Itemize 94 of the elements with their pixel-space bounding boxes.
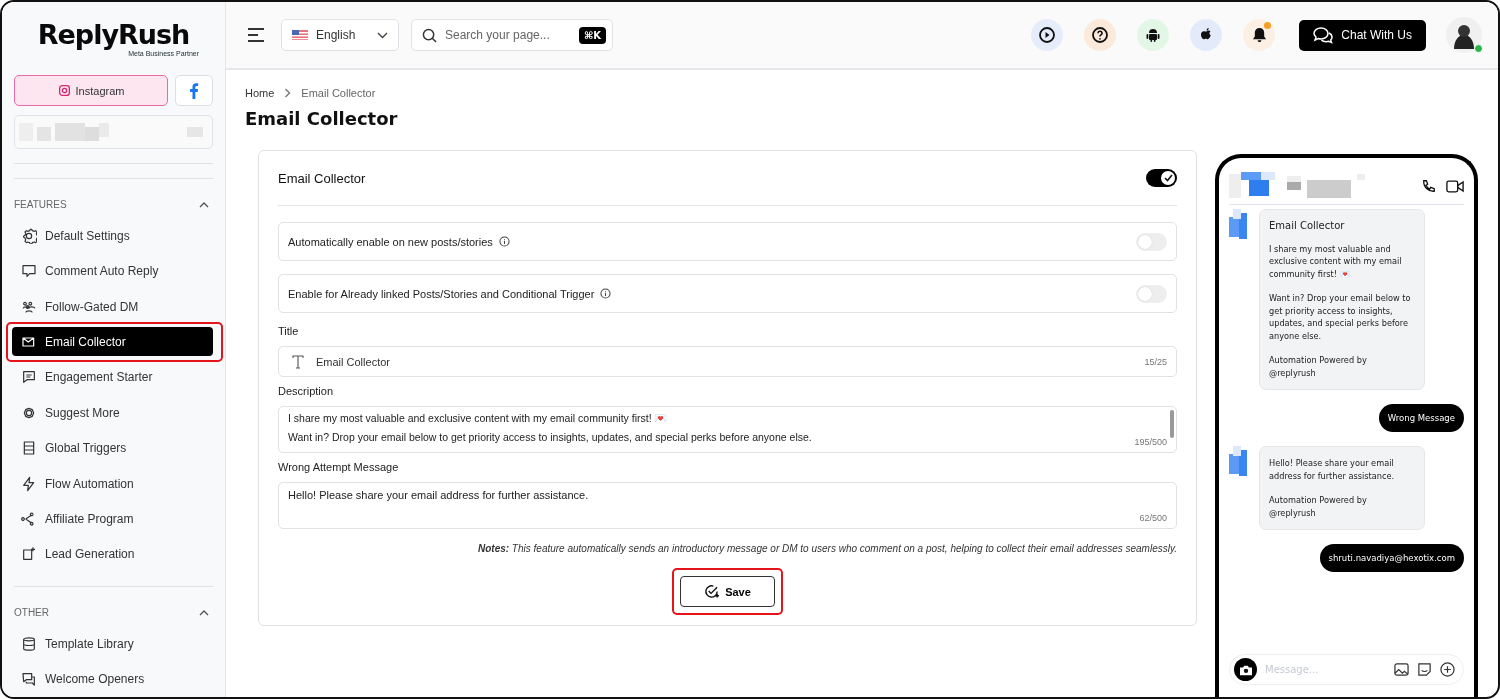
share-icon bbox=[21, 510, 37, 527]
language-dropdown[interactable]: English bbox=[281, 19, 399, 51]
facebook-icon bbox=[189, 82, 199, 99]
character-count: 15/25 bbox=[1144, 356, 1167, 367]
notes-text: Notes: This feature automatically sends an introductory message or DM to users who comment on a post, helping to collect their email addresses seamlessly. bbox=[476, 543, 1177, 554]
list-icon bbox=[21, 440, 37, 457]
description-text: I share my most valuable and exclusive content with my email community first! 💌 bbox=[288, 412, 669, 425]
sidebar-item[interactable]: Welcome Openers bbox=[12, 664, 213, 694]
video-call-icon[interactable] bbox=[1446, 179, 1464, 193]
search-placeholder: Search your page... bbox=[445, 28, 551, 42]
check-icon bbox=[1163, 174, 1173, 182]
camera-button[interactable] bbox=[1234, 658, 1257, 681]
facebook-tab[interactable] bbox=[175, 75, 213, 106]
bubble-text: I share my most valuable and exclusive content with my email community first! 💌 bbox=[1269, 242, 1403, 280]
help-icon bbox=[1092, 27, 1109, 43]
bubble-text: Want in? Drop your email below to get priority access to insights, updates, and special perks before anyone else. bbox=[1269, 292, 1412, 342]
phone-call-icon[interactable] bbox=[1422, 179, 1436, 193]
save-button[interactable]: Save bbox=[680, 576, 775, 607]
scrollbar[interactable] bbox=[1170, 410, 1174, 438]
title-field[interactable]: Email Collector 15/25 bbox=[278, 346, 1177, 377]
description-field[interactable] bbox=[278, 406, 1177, 453]
sidebar-item[interactable]: Engagement Starter bbox=[12, 362, 213, 392]
sticker-icon[interactable] bbox=[1417, 662, 1432, 677]
sidebar-item[interactable]: Comment Auto Reply bbox=[12, 256, 213, 286]
chat-icon bbox=[1313, 26, 1334, 44]
avatar-icon[interactable] bbox=[1446, 17, 1482, 53]
caret-icon bbox=[377, 31, 388, 39]
play-icon bbox=[1039, 27, 1056, 43]
mail-icon bbox=[21, 334, 37, 350]
breadcrumb-current: Email Collector bbox=[301, 87, 376, 99]
sidebar-item[interactable]: Lead Generation bbox=[12, 539, 213, 569]
sidebar-item[interactable]: Suggest More bbox=[12, 398, 213, 428]
field-value: Email Collector bbox=[316, 355, 391, 368]
bubble-title: Email Collector bbox=[1269, 220, 1346, 233]
help-button[interactable] bbox=[1084, 19, 1117, 51]
description-text: Want in? Drop your email below to get priority access to insights, updates, and special perks before anyone else. bbox=[288, 431, 813, 443]
wrong-attempt-field[interactable]: Hello! Please share your email address for further assistance. 62/500 bbox=[278, 482, 1177, 529]
sidebar-item[interactable]: Flow Automation bbox=[12, 469, 213, 499]
character-count: 195/500 bbox=[1134, 437, 1167, 447]
shortcut-badge: ⌘K bbox=[578, 26, 606, 44]
breadcrumb-link[interactable]: Home bbox=[245, 87, 275, 99]
logo: ReplyRush bbox=[37, 20, 190, 50]
page-title: Email Collector bbox=[245, 108, 399, 129]
bubble-text: Automation Powered by @replyrush bbox=[1269, 354, 1368, 379]
field-label: Wrong Attempt Message bbox=[278, 461, 400, 473]
toggle-switch[interactable] bbox=[1136, 284, 1167, 303]
sidebar-item[interactable]: Default Settings bbox=[12, 221, 213, 251]
section-heading: OTHER bbox=[14, 607, 49, 619]
camera-icon bbox=[1238, 663, 1253, 676]
toggle-switch[interactable] bbox=[1146, 169, 1177, 187]
chat-bubble: shruti.navadiya@hexotix.com bbox=[1319, 544, 1464, 572]
check-circle-icon bbox=[704, 584, 720, 599]
notification-button[interactable] bbox=[1243, 19, 1276, 51]
toggle-switch[interactable] bbox=[1136, 232, 1167, 251]
chat-button[interactable]: Chat With Us bbox=[1299, 19, 1426, 51]
sidebar-item[interactable]: Affiliate Program bbox=[12, 504, 213, 534]
search-field[interactable]: Search your page... ⌘K bbox=[411, 19, 613, 51]
play-button[interactable] bbox=[1031, 19, 1064, 51]
apple-button[interactable] bbox=[1190, 19, 1223, 51]
instagram-icon bbox=[57, 84, 71, 97]
info-icon bbox=[600, 288, 612, 299]
sidebar-item[interactable]: Follow-Gated DM bbox=[12, 292, 213, 322]
field-label: Title bbox=[278, 325, 300, 337]
lightning-icon bbox=[21, 475, 37, 492]
message-placeholder: Message... bbox=[1265, 664, 1320, 675]
info-icon bbox=[498, 236, 510, 247]
section-heading: FEATURES bbox=[14, 199, 67, 211]
option-label: Enable for Already linked Posts/Stories and Conditional Trigger bbox=[288, 287, 595, 300]
android-icon bbox=[1145, 27, 1162, 43]
chat-icon bbox=[21, 671, 37, 688]
instagram-tab[interactable]: Instagram bbox=[14, 75, 168, 106]
character-count: 62/500 bbox=[1139, 513, 1167, 523]
bell-icon bbox=[1251, 27, 1267, 43]
sidebar-item[interactable]: Template Library bbox=[12, 629, 213, 659]
chat-icon bbox=[21, 263, 37, 280]
sidebar-item[interactable]: Email Collector bbox=[12, 327, 213, 357]
image-icon[interactable] bbox=[1394, 662, 1409, 677]
database-icon bbox=[21, 635, 37, 652]
android-button[interactable] bbox=[1137, 19, 1170, 51]
bubble-text: Automation Powered by @replyrush bbox=[1269, 494, 1368, 519]
field-label: Description bbox=[278, 385, 335, 397]
text-icon bbox=[292, 354, 304, 369]
search-icon bbox=[422, 27, 437, 43]
message-text: Hello! Please share your email address for further assistance. bbox=[288, 489, 590, 501]
message-icon bbox=[21, 369, 37, 386]
chevron-icon bbox=[284, 88, 292, 98]
bubble-text: Hello! Please share your email address for further assistance. bbox=[1269, 457, 1396, 482]
card-title: Email Collector bbox=[278, 170, 366, 186]
menu-icon[interactable] bbox=[247, 28, 265, 42]
chat-bubble: Wrong Message bbox=[1378, 404, 1464, 432]
option-label: Automatically enable on new posts/stories bbox=[288, 235, 493, 248]
sidebar-item[interactable]: Global Triggers bbox=[12, 433, 213, 463]
flag-icon bbox=[292, 30, 308, 40]
add-icon[interactable] bbox=[1440, 662, 1455, 677]
